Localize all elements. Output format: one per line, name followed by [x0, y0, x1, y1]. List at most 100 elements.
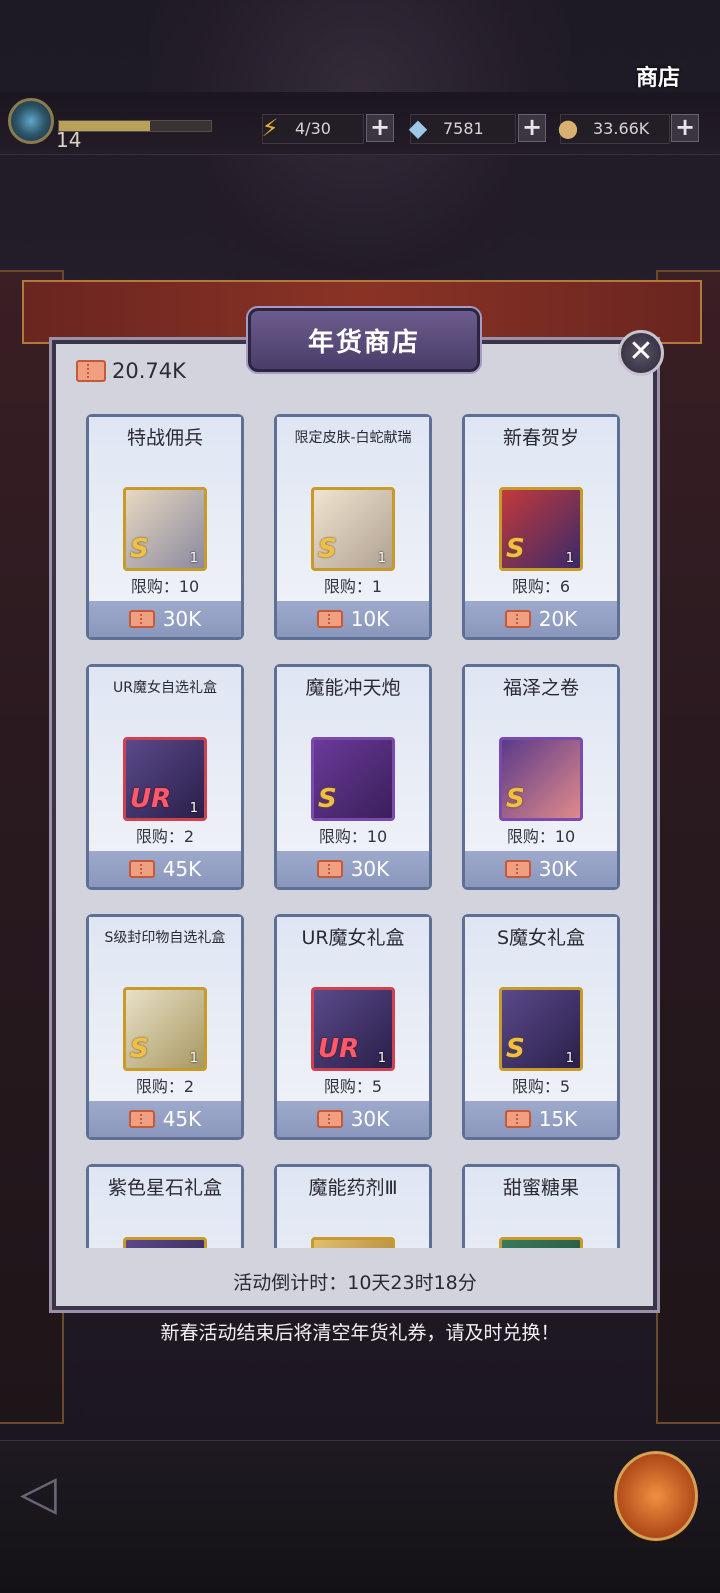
item-name: UR魔女礼盒: [301, 927, 405, 949]
shop-item-card[interactable]: 限定皮肤-白蛇献瑞 S 1 限购：1 10K: [274, 414, 432, 640]
item-name: UR魔女自选礼盒: [113, 680, 217, 696]
shop-item-card[interactable]: S级封印物自选礼盒 S 1 限购：2 45K: [86, 914, 244, 1140]
item-price: 45K: [162, 857, 202, 881]
ticket-icon: [76, 360, 106, 382]
shop-item-card[interactable]: 特战佣兵 S 1 限购：10 30K: [86, 414, 244, 640]
new-year-card-icon[interactable]: S1: [499, 487, 583, 571]
shop-item-card[interactable]: 新春贺岁 S 1 限购：6 20K: [462, 414, 620, 640]
item-name: S魔女礼盒: [496, 927, 586, 949]
level-emblem-icon[interactable]: [8, 98, 54, 144]
item-name: 紫色星石礼盒: [107, 1177, 222, 1199]
buy-button[interactable]: 30K: [277, 1101, 429, 1137]
treasure-chest-icon[interactable]: S1: [123, 987, 207, 1071]
add-coins-button[interactable]: +: [671, 114, 699, 142]
close-button[interactable]: ✕: [618, 330, 664, 376]
rarity-badge: S: [318, 534, 337, 564]
ticket-icon: [128, 610, 155, 628]
item-name: 甜蜜糖果: [502, 1177, 579, 1199]
add-energy-button[interactable]: +: [366, 114, 394, 142]
shop-item-card[interactable]: 福泽之卷 S 限购：10 30K: [462, 664, 620, 890]
shop-item-grid[interactable]: 特战佣兵 S 1 限购：10 30K 限定皮肤-白蛇献瑞 S 1 限购：1 10K 新春贺岁 S 1 限购…: [70, 396, 642, 1248]
ticket-balance: 20.74K: [72, 356, 196, 386]
gift-box-icon[interactable]: UR 1: [311, 987, 395, 1071]
expiry-notice: 新春活动结束后将清空年货礼券，请及时兑换！: [160, 1322, 560, 1344]
item-name: 魔能药剂Ⅲ: [308, 1177, 398, 1199]
ticket-icon: [504, 1110, 531, 1128]
item-name: 魔能冲天炮: [305, 677, 401, 699]
back-arrow-icon[interactable]: ◁: [20, 1465, 110, 1525]
item-quantity: 1: [377, 1051, 386, 1066]
buy-button[interactable]: 30K: [89, 601, 241, 637]
lightning-icon: ⚡: [261, 114, 279, 142]
buy-button[interactable]: 30K: [465, 851, 617, 887]
rarity-badge: S: [318, 784, 337, 814]
bottom-nav: ◁: [0, 1440, 720, 1593]
player-level: 14: [56, 128, 82, 152]
gem-value: 7581: [443, 119, 484, 138]
rarity-badge: UR: [130, 784, 172, 814]
shop-stall-icon[interactable]: [614, 1451, 698, 1541]
add-gems-button[interactable]: +: [518, 114, 546, 142]
rarity-badge: UR: [318, 1034, 360, 1064]
purchase-limit: 限购：6: [511, 577, 571, 596]
rarity-badge: S: [130, 1034, 149, 1064]
item-quantity: 1: [189, 551, 198, 566]
gift-box-icon[interactable]: [123, 1237, 207, 1248]
buy-button[interactable]: 30K: [277, 851, 429, 887]
item-quantity: 1: [189, 1051, 198, 1066]
purchase-limit: 限购：10: [130, 577, 200, 596]
rarity-badge: S: [506, 1034, 525, 1064]
item-name: 新春贺岁: [502, 427, 579, 449]
item-price: 10K: [350, 607, 390, 631]
candy-icon[interactable]: [499, 1237, 583, 1248]
scroll-icon[interactable]: S: [499, 737, 583, 821]
purchase-limit: 限购：2: [135, 827, 195, 846]
ticket-balance-value: 20.74K: [112, 359, 186, 383]
item-name: S级封印物自选礼盒: [104, 930, 226, 946]
gift-box-icon[interactable]: UR 1: [123, 737, 207, 821]
item-quantity: 1: [189, 801, 198, 816]
shop-title-banner: 年货商店: [248, 308, 480, 372]
shop-item-card[interactable]: 魔能冲天炮 S 限购：10 30K: [274, 664, 432, 890]
buy-button[interactable]: 10K: [277, 601, 429, 637]
ticket-icon: [316, 610, 343, 628]
buy-button[interactable]: 45K: [89, 1101, 241, 1137]
rarity-badge: S: [506, 534, 525, 564]
crystal-icon: ◆: [408, 114, 428, 142]
ticket-icon: [316, 1110, 343, 1128]
ticket-icon: [128, 860, 155, 878]
resource-bar: 14 ⚡ 4/30 + ◆ 7581 + ● 33.66K +: [0, 92, 720, 155]
firework-rocket-icon[interactable]: S: [311, 737, 395, 821]
purchase-limit: 限购：10: [318, 827, 388, 846]
ticket-icon: [504, 860, 531, 878]
coin-icon: ●: [557, 114, 579, 142]
rarity-badge: S: [130, 534, 149, 564]
gift-box-icon[interactable]: S1: [499, 987, 583, 1071]
buy-button[interactable]: 45K: [89, 851, 241, 887]
item-price: 30K: [538, 857, 578, 881]
shop-item-card[interactable]: 魔能药剂Ⅲ: [274, 1164, 432, 1248]
skin-portrait-icon[interactable]: S1: [311, 487, 395, 571]
character-portrait-icon[interactable]: S1: [123, 487, 207, 571]
item-quantity: 1: [565, 551, 574, 566]
event-countdown: 活动倒计时：10天23时18分: [233, 1272, 477, 1294]
energy-value: 4/30: [295, 119, 331, 138]
potion-icon[interactable]: [311, 1237, 395, 1248]
shop-item-card[interactable]: S魔女礼盒 S 1 限购：5 15K: [462, 914, 620, 1140]
gem-counter: ◆ 7581: [409, 114, 516, 144]
ticket-icon: [128, 1110, 155, 1128]
ticket-icon: [316, 860, 343, 878]
shop-item-card[interactable]: 紫色星石礼盒: [86, 1164, 244, 1248]
coin-value: 33.66K: [593, 119, 650, 138]
buy-button[interactable]: 20K: [465, 601, 617, 637]
buy-button[interactable]: 15K: [465, 1101, 617, 1137]
coin-counter: ● 33.66K: [558, 114, 670, 144]
item-price: 20K: [538, 607, 578, 631]
item-price: 30K: [350, 857, 390, 881]
shop-item-card[interactable]: 甜蜜糖果: [462, 1164, 620, 1248]
item-name: 特战佣兵: [126, 427, 203, 449]
ticket-icon: [504, 610, 531, 628]
shop-item-card[interactable]: UR魔女自选礼盒 UR 1 限购：2 45K: [86, 664, 244, 890]
shop-item-card[interactable]: UR魔女礼盒 UR 1 限购：5 30K: [274, 914, 432, 1140]
item-price: 15K: [538, 1107, 578, 1131]
